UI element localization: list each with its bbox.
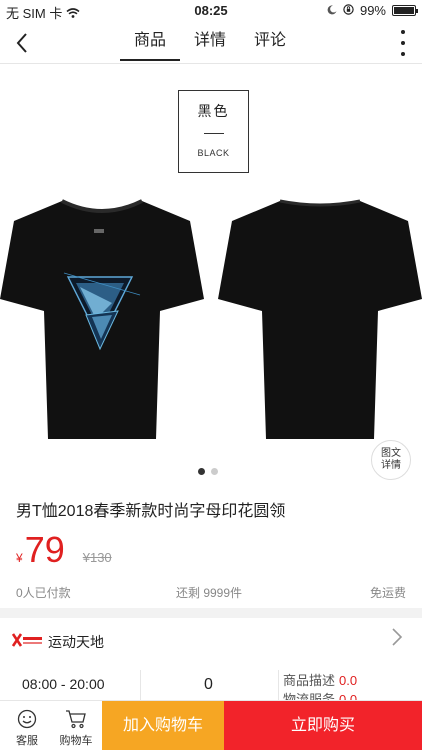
battery-icon — [392, 5, 418, 16]
color-divider — [203, 133, 224, 134]
tab-details[interactable]: 详情 — [180, 22, 240, 60]
gallery-pagination — [198, 468, 218, 475]
store-row[interactable]: 运动天地 — [0, 618, 422, 664]
desc-score-label: 商品描述 — [283, 673, 336, 688]
original-price: ¥130 — [82, 550, 112, 565]
color-label-box: 黑色 BLACK — [178, 90, 249, 173]
pagination-dot[interactable] — [198, 468, 205, 475]
cart-icon — [66, 710, 86, 729]
customer-service-label: 客服 — [16, 735, 38, 747]
currency-symbol: ¥ — [16, 551, 23, 565]
store-stats: 08:00 - 20:00 0 商品描述0.0 物流服务0.0 — [0, 664, 422, 707]
store-name: 运动天地 — [48, 634, 104, 650]
stock-remaining: 还剩 9999件 — [176, 586, 243, 600]
top-nav: 商品 详情 评论 — [0, 22, 422, 64]
bottom-action-bar: 客服 购物车 加入购物车 立即购买 — [0, 700, 422, 750]
buy-now-button[interactable]: 立即购买 — [224, 701, 422, 750]
tshirt-back-image — [218, 199, 422, 439]
detail-badge[interactable]: 图文 详情 — [371, 440, 411, 480]
stats-separator — [140, 670, 141, 704]
chevron-left-icon — [16, 33, 27, 53]
cart-button[interactable]: 购物车 — [51, 701, 101, 750]
battery-percent: 99% — [359, 3, 386, 18]
pagination-dot[interactable] — [211, 468, 218, 475]
paid-count: 0人已付款 — [16, 586, 71, 600]
tab-reviews[interactable]: 评论 — [240, 22, 300, 60]
status-right: 99% — [327, 3, 418, 18]
product-title: 男T恤2018春季新款时尚字母印花圆领 — [16, 503, 286, 520]
chevron-right-icon — [392, 628, 403, 646]
status-bar: 无 SIM 卡 08:25 99% — [0, 0, 422, 22]
more-dot — [401, 41, 405, 45]
smiley-icon — [17, 709, 37, 729]
price-row: ¥ 79 ¥130 — [16, 530, 112, 570]
moon-icon — [327, 3, 337, 18]
desc-score-row: 商品描述 0.0 — [283, 670, 357, 689]
back-button[interactable] — [10, 30, 36, 56]
tab-product[interactable]: 商品 — [120, 22, 180, 61]
more-dot — [401, 30, 405, 34]
detail-badge-text: 图文 详情 — [381, 448, 401, 471]
more-button[interactable] — [398, 30, 408, 56]
store-count: 0 — [204, 676, 213, 693]
orientation-lock-icon — [343, 3, 354, 18]
add-to-cart-button[interactable]: 加入购物车 — [102, 701, 224, 750]
desc-score-value: 0.0 — [339, 673, 358, 688]
store-logo — [12, 633, 42, 647]
color-name-en: BLACK — [197, 148, 230, 158]
product-gallery[interactable]: 黑色 BLACK 图文 详情 — [0, 64, 422, 484]
more-dot — [401, 52, 405, 56]
tab-bar: 商品 详情 评论 — [120, 22, 300, 61]
current-price: 79 — [24, 529, 65, 570]
tshirt-front-image — [0, 199, 204, 439]
cart-label: 购物车 — [59, 735, 93, 747]
section-divider — [0, 608, 422, 618]
stats-separator — [278, 670, 279, 704]
color-name-zh: 黑色 — [197, 103, 230, 119]
shipping-info: 免运费 — [369, 586, 406, 600]
store-hours: 08:00 - 20:00 — [22, 676, 105, 692]
customer-service-button[interactable]: 客服 — [2, 701, 52, 750]
